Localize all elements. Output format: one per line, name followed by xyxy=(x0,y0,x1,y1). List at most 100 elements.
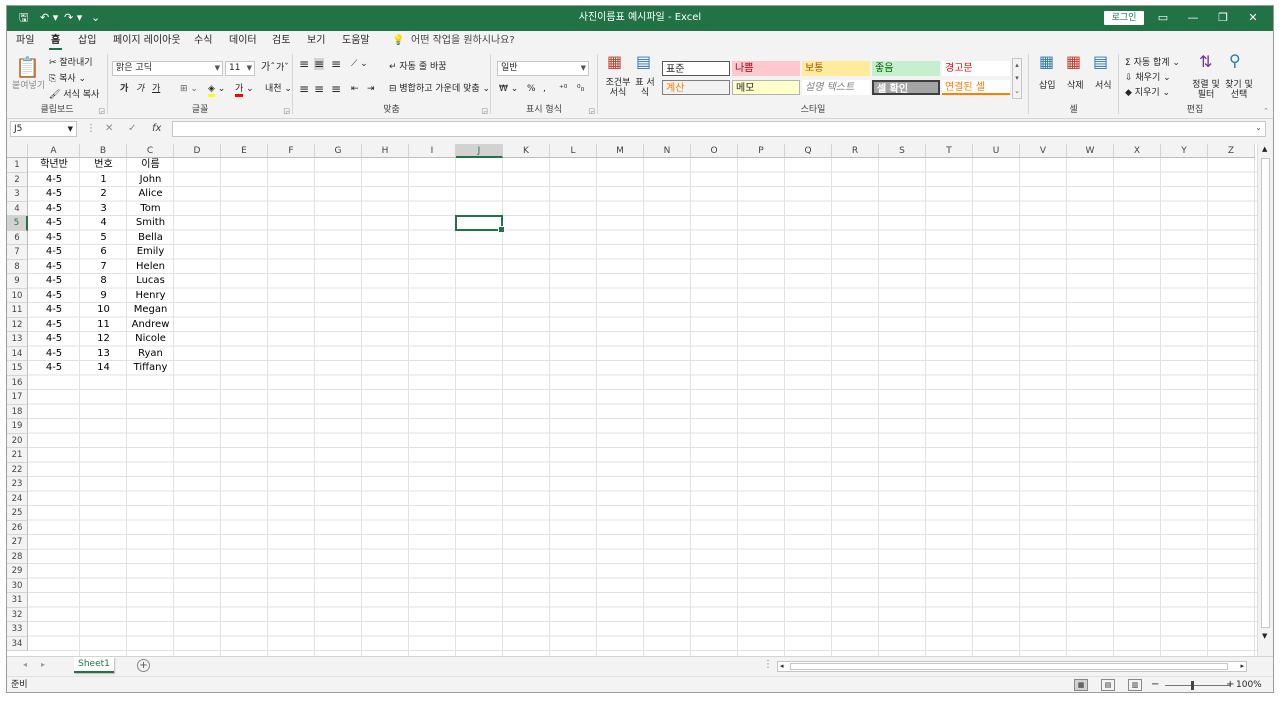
normal-view-icon[interactable]: ▦ xyxy=(1074,679,1088,691)
style-note[interactable]: 메모 xyxy=(732,80,800,95)
scroll-thumb[interactable] xyxy=(1261,158,1270,628)
page-break-view-icon[interactable]: ▥ xyxy=(1128,679,1142,691)
data-cell[interactable]: Alice xyxy=(127,187,174,202)
style-linked-cell[interactable]: 연결된 셀 xyxy=(942,80,1010,95)
data-cell[interactable]: 4-5 xyxy=(28,260,80,275)
fill-button[interactable]: ⇩ 채우기 ⌄ xyxy=(1125,72,1171,84)
data-cell[interactable]: 4-5 xyxy=(28,303,80,318)
data-cell[interactable]: John xyxy=(127,173,174,188)
styles-scroll-icon[interactable]: ▴ ▾ ⌄ xyxy=(1012,58,1022,99)
header-cell[interactable]: 이름 xyxy=(127,158,174,173)
cancel-icon[interactable]: ✕ xyxy=(105,122,113,136)
conditional-format-icon[interactable]: ▦ xyxy=(607,54,622,70)
data-cell[interactable]: 12 xyxy=(80,332,127,347)
enter-icon[interactable]: ✓ xyxy=(128,122,136,136)
italic-button[interactable]: 가 xyxy=(136,83,144,95)
close-icon[interactable]: ✕ xyxy=(1243,10,1263,26)
scroll-thumb[interactable] xyxy=(790,663,1228,670)
vertical-scrollbar[interactable]: ▲ ▼ xyxy=(1257,144,1273,656)
underline-button[interactable]: 가 xyxy=(152,83,160,95)
align-right-icon[interactable]: ≡ xyxy=(331,83,341,95)
zoom-level[interactable]: 100% xyxy=(1236,679,1262,691)
data-cell[interactable]: Bella xyxy=(127,231,174,246)
insert-function-icon[interactable]: fx xyxy=(152,122,161,136)
font-size-select[interactable]: 11 ▼ xyxy=(225,61,255,76)
wrap-text-button[interactable]: ↵ 자동 줄 바꿈 xyxy=(389,61,447,73)
fill-color-icon[interactable]: ◈ ⌄ xyxy=(208,83,225,97)
data-cell[interactable]: 4-5 xyxy=(28,361,80,376)
horizontal-scrollbar[interactable]: ◂ ▸ xyxy=(777,661,1247,672)
paste-icon[interactable]: 📋 xyxy=(15,56,40,78)
restore-icon[interactable]: ❐ xyxy=(1213,10,1233,26)
font-name-select[interactable]: 맑은 고딕 ▼ xyxy=(112,61,223,76)
align-middle-icon[interactable]: ≡ xyxy=(314,58,325,70)
style-calculation[interactable]: 계산 xyxy=(662,80,730,95)
style-normal[interactable]: 표준 xyxy=(662,61,730,76)
percent-button[interactable]: % xyxy=(527,83,536,95)
tab-help[interactable]: 도움말 xyxy=(342,34,370,47)
data-cell[interactable]: 4-5 xyxy=(28,347,80,362)
data-cell[interactable]: 4-5 xyxy=(28,173,80,188)
number-launcher-icon[interactable]: ◲ xyxy=(588,107,595,115)
prev-sheet-icon[interactable]: ◂ xyxy=(23,660,27,669)
format-cells-button[interactable]: 서식 xyxy=(1095,80,1112,92)
scroll-down-icon[interactable]: ▼ xyxy=(1262,632,1267,640)
font-launcher-icon[interactable]: ◲ xyxy=(283,107,290,115)
data-cell[interactable]: 4-5 xyxy=(28,332,80,347)
data-cell[interactable]: 14 xyxy=(80,361,127,376)
delete-cells-button[interactable]: 삭제 xyxy=(1067,80,1084,92)
data-cell[interactable]: Emily xyxy=(127,245,174,260)
active-cell[interactable] xyxy=(455,215,505,232)
ribbon-display-options-icon[interactable]: ▭ xyxy=(1153,10,1173,26)
data-cell[interactable]: 4-5 xyxy=(28,187,80,202)
data-cell[interactable]: 13 xyxy=(80,347,127,362)
data-cell[interactable]: 4-5 xyxy=(28,216,80,231)
cut-button[interactable]: ✂ 잘라내기 xyxy=(49,57,93,69)
formula-input[interactable]: ⌄ xyxy=(172,121,1266,137)
data-cell[interactable]: 9 xyxy=(80,289,127,304)
paste-button[interactable]: 붙여넣기 xyxy=(12,80,45,92)
autosum-button[interactable]: Σ 자동 합계 ⌄ xyxy=(1125,57,1180,69)
expand-formula-icon[interactable]: ⌄ xyxy=(1255,123,1262,132)
tab-page-layout[interactable]: 페이지 레이아웃 xyxy=(113,34,181,47)
worksheet-grid[interactable]: A B C D E F G H I J K L M N O P Q R S T U V W X Y Z 1 2 3 4 5 6 7 8 9 10 11 1… xyxy=(7,144,1257,656)
scroll-right-icon[interactable]: ▸ xyxy=(1240,662,1244,671)
find-select-button[interactable]: 찾기 및 선택 xyxy=(1223,80,1255,100)
sort-filter-button[interactable]: 정렬 및 필터 xyxy=(1191,80,1221,100)
style-neutral[interactable]: 보통 xyxy=(802,61,870,76)
align-top-icon[interactable]: ≡ xyxy=(299,58,309,70)
tab-review[interactable]: 검토 xyxy=(272,34,290,47)
delete-cells-icon[interactable]: ▦ xyxy=(1066,54,1081,70)
data-cell[interactable]: Henry xyxy=(127,289,174,304)
data-cell[interactable]: 5 xyxy=(80,231,127,246)
alignment-launcher-icon[interactable]: ◲ xyxy=(481,107,488,115)
scroll-left-icon[interactable]: ◂ xyxy=(780,662,784,671)
scroll-up-icon[interactable]: ▲ xyxy=(1262,145,1267,153)
tab-view[interactable]: 보기 xyxy=(307,34,325,47)
align-bottom-icon[interactable]: ≡ xyxy=(331,58,341,70)
name-box[interactable]: J5 ▼ xyxy=(10,121,77,137)
decrease-indent-icon[interactable]: ⇤ xyxy=(351,83,359,95)
data-cell[interactable]: 4 xyxy=(80,216,127,231)
data-cell[interactable]: 1 xyxy=(80,173,127,188)
sort-filter-icon[interactable]: ⇅ xyxy=(1199,54,1212,70)
bold-button[interactable]: 가 xyxy=(120,83,128,95)
comma-style-icon[interactable]: , xyxy=(543,83,546,95)
tab-insert[interactable]: 삽입 xyxy=(78,34,96,47)
increase-indent-icon[interactable]: ⇥ xyxy=(367,83,375,95)
clear-button[interactable]: ◆ 지우기 ⌄ xyxy=(1125,87,1170,99)
style-bad[interactable]: 나쁨 xyxy=(732,61,800,76)
header-cell[interactable]: 학년반 xyxy=(28,158,80,173)
data-cell[interactable]: Ryan xyxy=(127,347,174,362)
collapse-ribbon-icon[interactable]: ⌃ xyxy=(1263,107,1269,115)
add-sheet-button[interactable]: + xyxy=(137,659,150,672)
zoom-in-icon[interactable]: + xyxy=(1226,679,1234,690)
style-check-cell[interactable]: 셀 확인 xyxy=(872,80,940,95)
tab-formulas[interactable]: 수식 xyxy=(194,34,212,47)
format-painter-button[interactable]: 🖌 서식 복사 xyxy=(49,89,99,101)
data-cell[interactable]: Megan xyxy=(127,303,174,318)
page-layout-view-icon[interactable]: ▤ xyxy=(1101,679,1115,691)
orientation-icon[interactable]: ⟋ ⌄ xyxy=(351,58,368,70)
format-cells-icon[interactable]: ▤ xyxy=(1093,54,1108,70)
data-cell[interactable]: 4-5 xyxy=(28,289,80,304)
